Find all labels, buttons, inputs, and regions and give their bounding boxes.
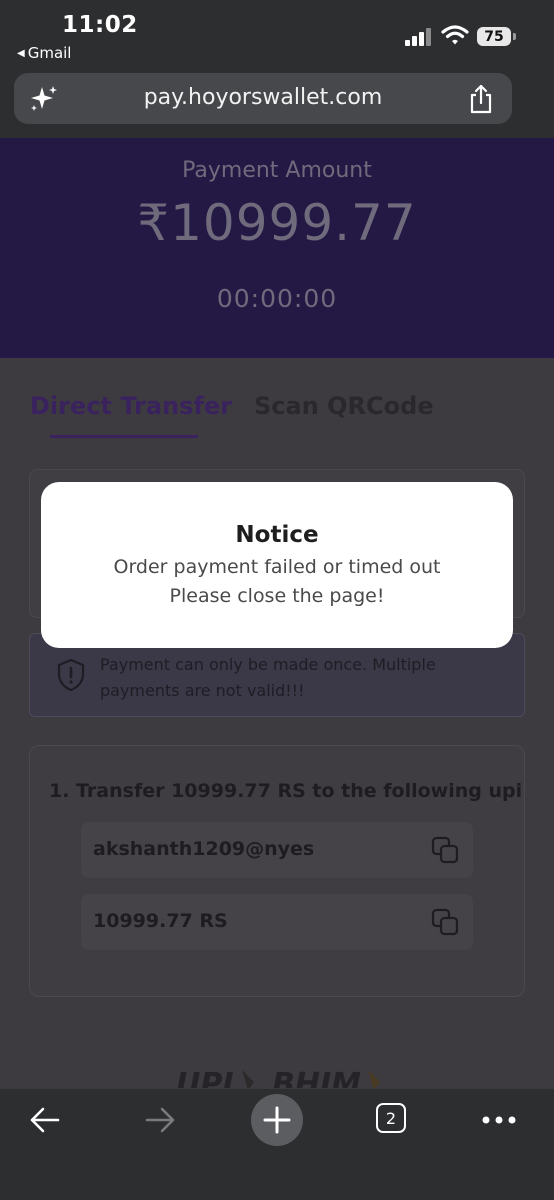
forward-arrow-icon[interactable] bbox=[143, 1105, 177, 1135]
share-icon[interactable] bbox=[468, 84, 494, 114]
payment-header: Payment Amount ₹10999.77 00:00:00 bbox=[0, 138, 554, 358]
warning-text: Payment can only be made once. Multiple … bbox=[100, 655, 436, 700]
modal-message-line-2: Please close the page! bbox=[169, 585, 385, 607]
back-to-app-link[interactable]: ◀ Gmail bbox=[17, 44, 71, 62]
notice-modal: Notice Order payment failed or timed out… bbox=[41, 482, 513, 648]
back-triangle-icon: ◀ bbox=[17, 47, 25, 59]
step-title: 1. Transfer 10999.77 RS to the following… bbox=[49, 780, 523, 802]
active-tab-indicator bbox=[50, 435, 198, 438]
copy-icon[interactable] bbox=[431, 908, 459, 936]
signal-icon bbox=[405, 28, 431, 46]
upi-id-field[interactable]: akshanth1209@nyes bbox=[81, 822, 473, 878]
copy-icon[interactable] bbox=[431, 836, 459, 864]
battery-icon: 75 bbox=[477, 27, 516, 46]
modal-message-line-1: Order payment failed or timed out bbox=[113, 556, 441, 578]
payment-amount: ₹10999.77 bbox=[137, 194, 417, 252]
tabs-count-button[interactable]: 2 bbox=[376, 1103, 406, 1133]
new-tab-button[interactable] bbox=[251, 1094, 303, 1146]
status-time: 11:02 bbox=[62, 12, 138, 38]
modal-title: Notice bbox=[235, 522, 319, 548]
wifi-icon bbox=[441, 25, 469, 45]
more-icon[interactable] bbox=[481, 1115, 517, 1125]
amount-field[interactable]: 10999.77 RS bbox=[81, 894, 473, 950]
shield-icon bbox=[57, 658, 85, 692]
upi-id-value: akshanth1209@nyes bbox=[93, 838, 315, 860]
svg-text:BHIM: BHIM bbox=[272, 1067, 361, 1090]
amount-value: 10999.77 RS bbox=[93, 910, 228, 932]
payment-amount-label: Payment Amount bbox=[182, 158, 372, 183]
url-text[interactable]: pay.hoyorswallet.com bbox=[14, 85, 512, 110]
tab-scan-qrcode[interactable]: Scan QRCode bbox=[254, 392, 434, 420]
back-arrow-icon[interactable] bbox=[28, 1105, 62, 1135]
tab-direct-transfer[interactable]: Direct Transfer bbox=[30, 392, 232, 420]
plus-icon bbox=[263, 1106, 291, 1134]
back-app-label: Gmail bbox=[27, 44, 72, 62]
url-bar[interactable]: pay.hoyorswallet.com bbox=[14, 73, 512, 124]
upi-bhim-logo: UPI BHIM bbox=[176, 1067, 380, 1090]
svg-text:UPI: UPI bbox=[176, 1067, 234, 1090]
countdown-timer: 00:00:00 bbox=[216, 284, 338, 313]
browser-toolbar: 2 bbox=[0, 1088, 554, 1200]
top-chrome: 11:02 ◀ Gmail 75 pay.hoyorswallet.com bbox=[0, 0, 554, 138]
transfer-steps-card: 1. Transfer 10999.77 RS to the following… bbox=[29, 745, 525, 997]
